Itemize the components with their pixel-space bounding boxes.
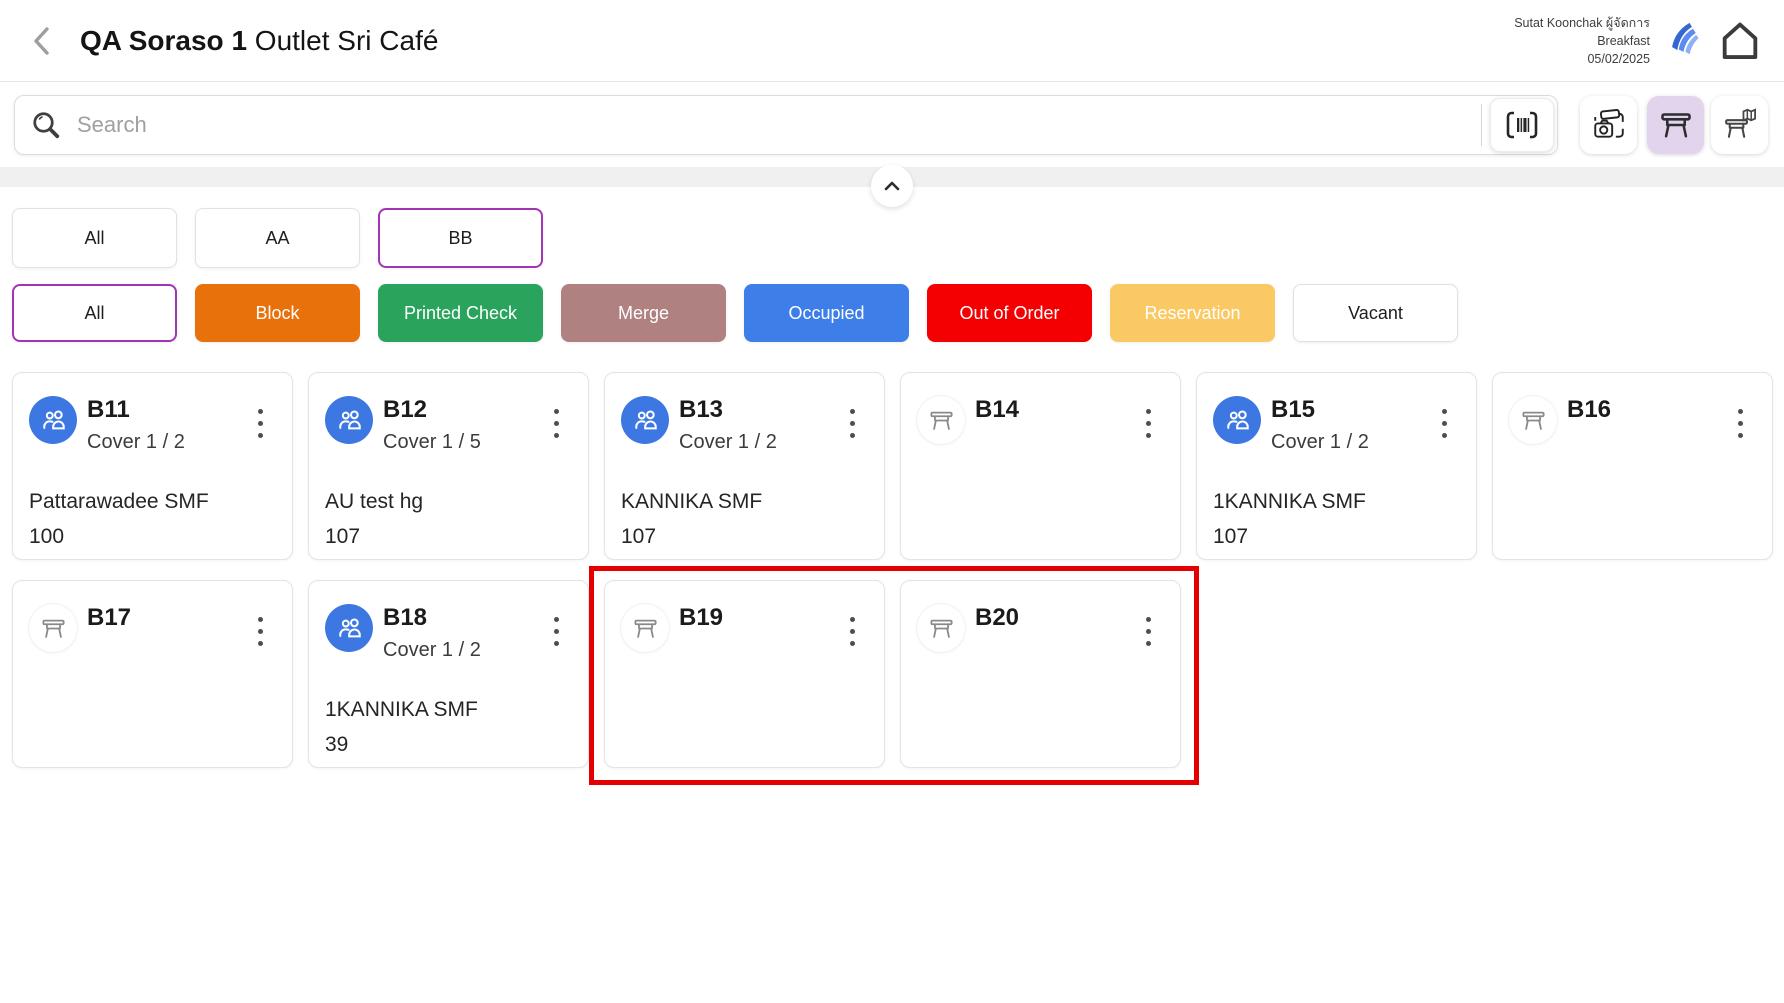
camera-scan-icon [1591, 107, 1627, 143]
filter-vacant[interactable]: Vacant [1293, 284, 1458, 342]
guest-number: 107 [621, 525, 868, 549]
search-toolbar [0, 82, 1784, 155]
back-button[interactable] [24, 21, 60, 61]
table-name: B19 [679, 605, 723, 631]
filter-occupied[interactable]: Occupied [744, 284, 909, 342]
chevron-left-icon [29, 25, 55, 57]
search-input[interactable] [75, 111, 1481, 139]
card-menu-button[interactable] [847, 614, 858, 649]
card-menu-button[interactable] [1439, 406, 1450, 441]
table-icon [1658, 107, 1694, 143]
filter-merge[interactable]: Merge [561, 284, 726, 342]
table-name: B12 [383, 397, 481, 423]
card-menu-button[interactable] [1735, 406, 1746, 441]
search-icon [31, 110, 61, 140]
zone-tabs: All AA BB [0, 208, 1784, 268]
table-name: B13 [679, 397, 777, 423]
people-icon [1213, 396, 1261, 444]
table-map-icon [1722, 107, 1758, 143]
people-icon [621, 396, 669, 444]
collapse-strip [0, 167, 1784, 187]
table-name: B20 [975, 605, 1019, 631]
filter-reservation[interactable]: Reservation [1110, 284, 1275, 342]
brand-logo-icon [1666, 20, 1700, 62]
collapse-filters-button[interactable] [871, 165, 913, 207]
table-icon [621, 604, 669, 652]
table-card-b20[interactable]: B20 [900, 580, 1181, 768]
table-map-view-button[interactable] [1711, 96, 1768, 154]
table-name: B14 [975, 397, 1019, 423]
card-menu-button[interactable] [551, 406, 562, 441]
table-card-b16[interactable]: B16 [1492, 372, 1773, 560]
table-name: B17 [87, 605, 131, 631]
card-menu-button[interactable] [255, 406, 266, 441]
table-icon [917, 604, 965, 652]
table-icon [917, 396, 965, 444]
zone-tab-aa[interactable]: AA [195, 208, 360, 268]
people-icon [325, 396, 373, 444]
search-box [14, 95, 1558, 155]
table-icon [29, 604, 77, 652]
table-cover: Cover 1 / 5 [383, 431, 481, 454]
table-card-b13[interactable]: B13 Cover 1 / 2 KANNIKA SMF 107 [604, 372, 885, 560]
table-card-b11[interactable]: B11 Cover 1 / 2 Pattarawadee SMF 100 [12, 372, 293, 560]
session-info: Sutat Koonchak ผู้จัดการ Breakfast 05/02… [1514, 14, 1650, 68]
business-date: 05/02/2025 [1514, 50, 1650, 68]
card-menu-button[interactable] [847, 406, 858, 441]
table-card-b15[interactable]: B15 Cover 1 / 2 1KANNIKA SMF 107 [1196, 372, 1477, 560]
page-title: QA Soraso 1 Outlet Sri Café [80, 25, 438, 57]
guest-number: 39 [325, 733, 572, 757]
guest-number: 107 [1213, 525, 1460, 549]
home-icon [1717, 18, 1763, 64]
zone-tab-all[interactable]: All [12, 208, 177, 268]
table-card-b17[interactable]: B17 [12, 580, 293, 768]
people-icon [325, 604, 373, 652]
shift-name: Breakfast [1514, 32, 1650, 50]
people-icon [29, 396, 77, 444]
table-grid: B11 Cover 1 / 2 Pattarawadee SMF 100 B12… [0, 372, 1778, 768]
camera-scan-button[interactable] [1580, 96, 1637, 154]
table-icon [1509, 396, 1557, 444]
table-card-b19[interactable]: B19 [604, 580, 885, 768]
table-name: B16 [1567, 397, 1611, 423]
guest-number: 100 [29, 525, 276, 549]
table-card-b12[interactable]: B12 Cover 1 / 5 AU test hg 107 [308, 372, 589, 560]
filter-all[interactable]: All [12, 284, 177, 342]
table-cover: Cover 1 / 2 [679, 431, 777, 454]
guest-name: AU test hg [325, 490, 572, 514]
home-button[interactable] [1716, 17, 1764, 65]
app-header: QA Soraso 1 Outlet Sri Café Sutat Koonch… [0, 0, 1784, 82]
filter-block[interactable]: Block [195, 284, 360, 342]
table-cover: Cover 1 / 2 [383, 639, 481, 662]
guest-name: KANNIKA SMF [621, 490, 868, 514]
table-view-button-selected[interactable] [1647, 96, 1704, 154]
guest-number: 107 [325, 525, 572, 549]
filter-printed-check[interactable]: Printed Check [378, 284, 543, 342]
table-card-b14[interactable]: B14 [900, 372, 1181, 560]
table-name: B15 [1271, 397, 1369, 423]
guest-name: 1KANNIKA SMF [1213, 490, 1460, 514]
table-card-b18[interactable]: B18 Cover 1 / 2 1KANNIKA SMF 39 [308, 580, 589, 768]
table-name: B11 [87, 397, 185, 423]
status-filters: All Block Printed Check Merge Occupied O… [0, 284, 1784, 342]
card-menu-button[interactable] [1143, 614, 1154, 649]
card-menu-button[interactable] [1143, 406, 1154, 441]
table-cover: Cover 1 / 2 [87, 431, 185, 454]
table-cover: Cover 1 / 2 [1271, 431, 1369, 454]
filter-out-of-order[interactable]: Out of Order [927, 284, 1092, 342]
barcode-icon [1504, 110, 1540, 140]
chevron-up-icon [883, 180, 901, 192]
card-menu-button[interactable] [551, 614, 562, 649]
guest-name: Pattarawadee SMF [29, 490, 276, 514]
card-menu-button[interactable] [255, 614, 266, 649]
guest-name: 1KANNIKA SMF [325, 698, 572, 722]
zone-tab-bb[interactable]: BB [378, 208, 543, 268]
table-name: B18 [383, 605, 481, 631]
user-name: Sutat Koonchak ผู้จัดการ [1514, 14, 1650, 32]
search-divider [1481, 104, 1482, 146]
barcode-scan-button[interactable] [1490, 98, 1554, 152]
